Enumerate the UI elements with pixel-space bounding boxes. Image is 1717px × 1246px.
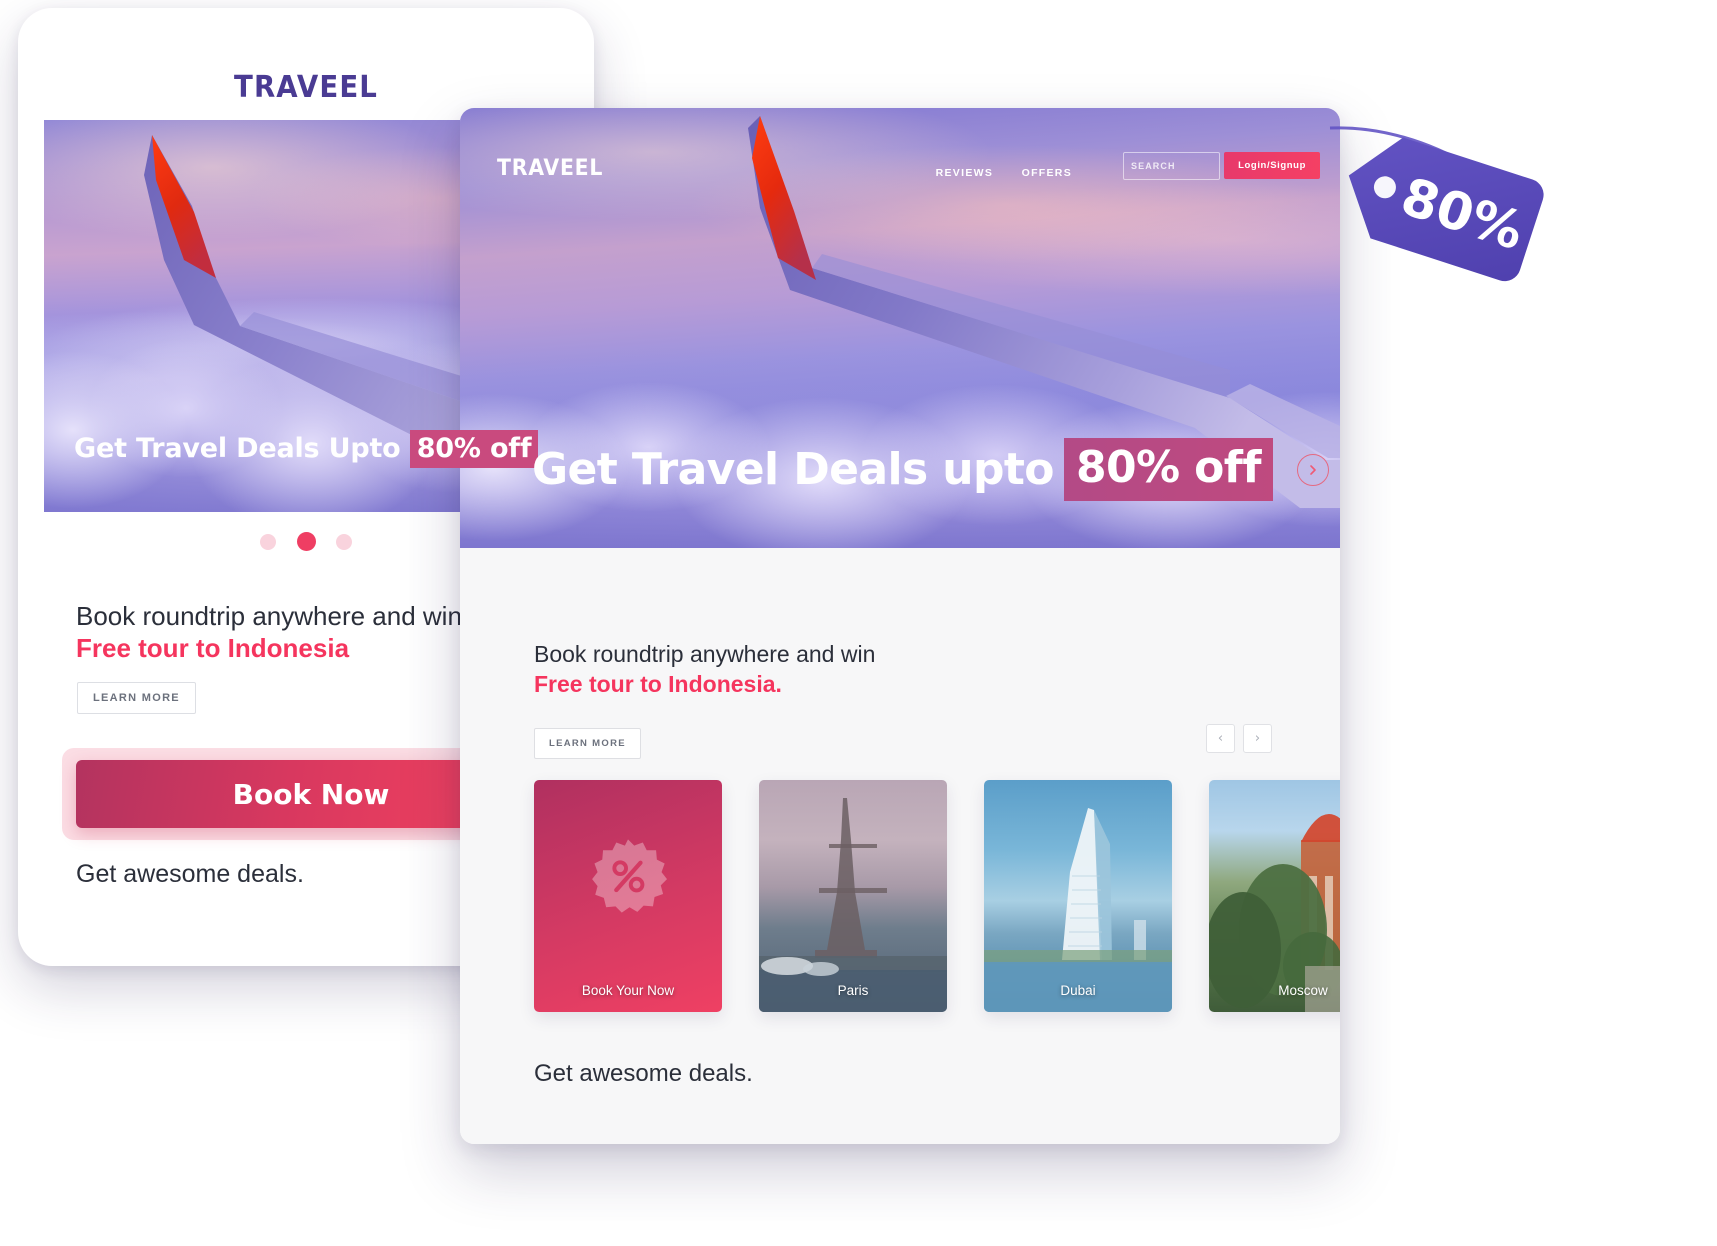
card-paris[interactable]: Paris	[759, 780, 947, 1012]
card-label: Dubai	[1060, 983, 1096, 998]
carousel-dot[interactable]	[260, 533, 277, 550]
mobile-learn-more-button[interactable]: LEARN MORE	[77, 682, 196, 714]
dubai-photo	[984, 780, 1172, 1012]
carousel-next-button[interactable]: ›	[1243, 724, 1272, 753]
mobile-logo: TRAVEEL	[234, 70, 378, 105]
desktop-hero-title-plain: Get Travel Deals upto	[532, 444, 1055, 495]
stage: TRAVEEL Get Travel Deals Upto 80% off Bo…	[0, 0, 1717, 1246]
destination-card-list: Book Your Now Paris Dubai Moscow	[534, 780, 1340, 1012]
carousel-prev-button[interactable]: ‹	[1206, 724, 1235, 753]
percent-badge-icon	[592, 839, 667, 913]
desktop-deals-text: Get awesome deals.	[534, 1060, 753, 1087]
desktop-promo-line2: Free tour to Indonesia.	[534, 670, 782, 697]
carousel-dot-active[interactable]	[296, 532, 316, 551]
desktop-learn-more-button[interactable]: LEARN MORE	[534, 728, 641, 759]
burj-al-arab-illustration	[984, 808, 1172, 1012]
price-tag-badge: 80%	[1329, 126, 1544, 282]
desktop-hero-title-highlight: 80% off	[1063, 438, 1273, 501]
hero-next-slide-button[interactable]	[1296, 453, 1329, 486]
mobile-hero-title-highlight: 80% off	[409, 430, 539, 468]
desktop-logo: TRAVEEL	[496, 156, 604, 181]
card-book-your-now[interactable]: Book Your Now	[534, 780, 722, 1012]
nav-link-reviews[interactable]: REVIEWS	[936, 167, 994, 179]
desktop-hero-image: TRAVEEL REVIEWS OFFERS Login/Signup Get …	[460, 108, 1340, 548]
card-dubai[interactable]: Dubai	[984, 780, 1172, 1012]
card-label: Book Your Now	[581, 983, 675, 998]
eiffel-tower-illustration	[759, 798, 947, 1012]
card-label: Moscow	[1278, 983, 1328, 998]
nav-link-offers[interactable]: OFFERS	[1022, 167, 1072, 179]
desktop-promo-line1: Book roundtrip anywhere and win	[534, 641, 876, 667]
mobile-hero-title-plain: Get Travel Deals Upto	[74, 433, 410, 464]
desktop-navbar: TRAVEEL REVIEWS OFFERS Login/Signup	[460, 108, 1340, 216]
carousel-dot[interactable]	[335, 533, 352, 550]
search-box[interactable]	[1123, 152, 1265, 180]
paris-photo	[759, 780, 947, 1012]
desktop-content-body: Book roundtrip anywhere and win Free tou…	[460, 548, 1340, 1144]
saint-basils-cathedral-illustration	[1209, 814, 1340, 1012]
desktop-hero-title: Get Travel Deals upto 80% off	[532, 438, 1329, 501]
desktop-preview-panel: TRAVEEL REVIEWS OFFERS Login/Signup Get …	[460, 108, 1340, 1144]
card-moscow[interactable]: Moscow	[1209, 780, 1340, 1012]
mobile-hero-title: Get Travel Deals Upto 80% off	[74, 430, 539, 468]
card-label: Paris	[837, 983, 869, 998]
moscow-photo	[1209, 780, 1340, 1012]
chevron-right-icon	[1310, 464, 1316, 475]
desktop-promo-text: Book roundtrip anywhere and win Free tou…	[534, 640, 875, 700]
mobile-deals-text: Get awesome deals.	[76, 860, 304, 888]
desktop-nav-links: REVIEWS OFFERS	[912, 163, 1072, 181]
desktop-carousel-nav: ‹ ›	[1206, 724, 1272, 753]
login-signup-button[interactable]: Login/Signup	[1224, 152, 1320, 179]
